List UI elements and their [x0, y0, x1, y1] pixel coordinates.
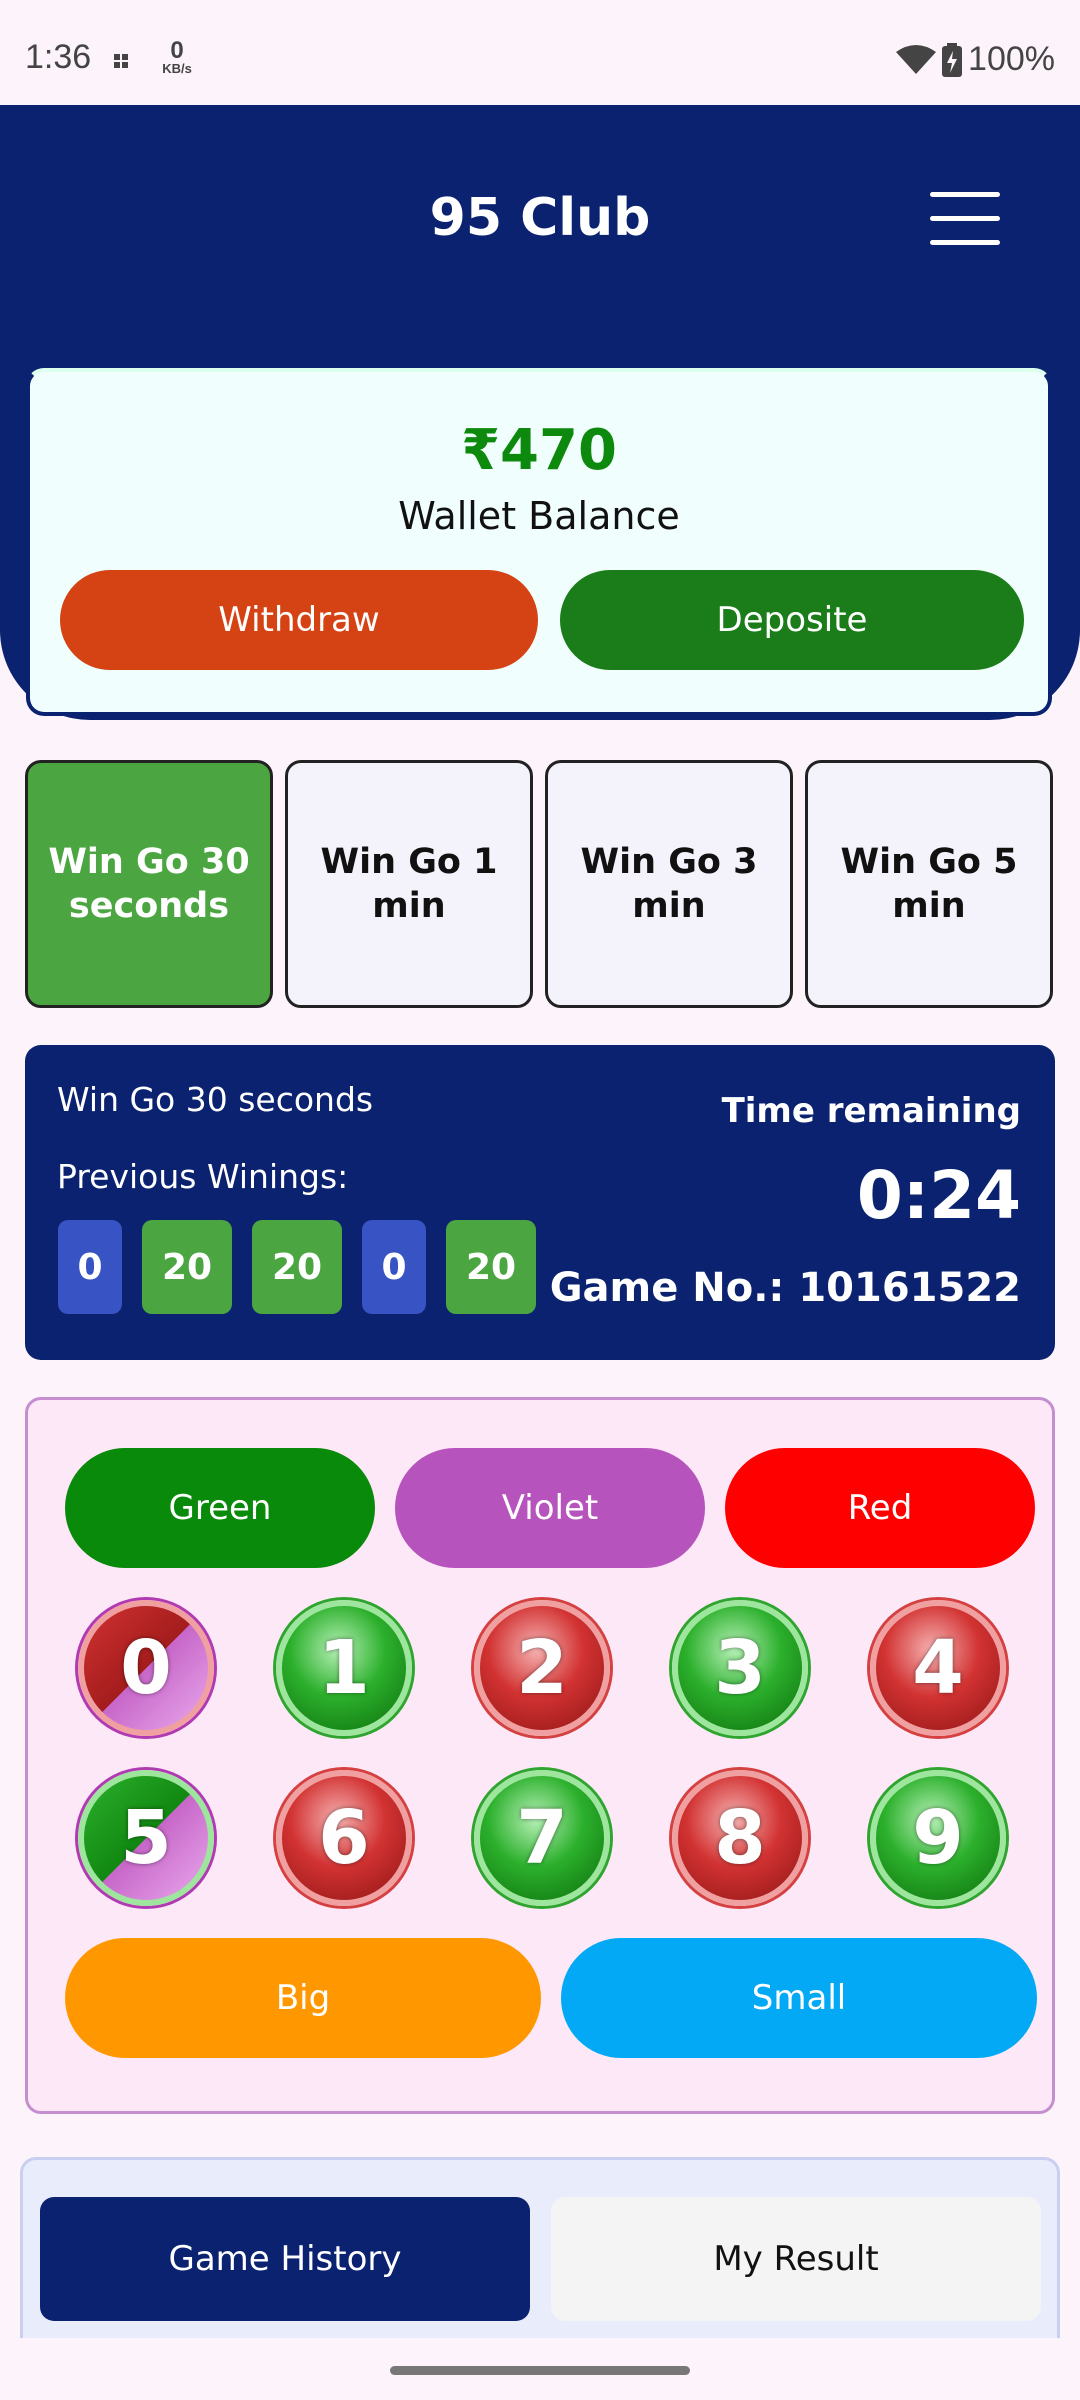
wifi-icon	[896, 44, 937, 74]
previous-winning-chip: 20	[446, 1220, 536, 1314]
gesture-handle[interactable]	[390, 2366, 690, 2375]
wallet-card: ₹470 Wallet Balance Withdraw Deposite	[26, 368, 1052, 716]
deposit-button[interactable]: Deposite	[560, 570, 1024, 670]
number-ball-9[interactable]: 9	[870, 1770, 1006, 1906]
number-ball-2[interactable]: 2	[474, 1600, 610, 1736]
previous-winning-chip: 20	[142, 1220, 232, 1314]
notification-icon	[114, 54, 128, 68]
number-ball-5[interactable]: 5	[78, 1770, 214, 1906]
battery-icon	[942, 42, 963, 77]
number-ball-7[interactable]: 7	[474, 1770, 610, 1906]
number-ball-6[interactable]: 6	[276, 1770, 412, 1906]
bet-red-button[interactable]: Red	[725, 1448, 1035, 1568]
tab-game-history[interactable]: Game History	[40, 2197, 530, 2321]
tab-win-go-30-seconds[interactable]: Win Go 30 seconds	[25, 760, 273, 1008]
time-remaining-label: Time remaining	[721, 1091, 1021, 1131]
bet-green-button[interactable]: Green	[65, 1448, 375, 1568]
previous-winnings-label: Previous Winings:	[57, 1157, 349, 1196]
number-ball-3[interactable]: 3	[672, 1600, 808, 1736]
wallet-amount: ₹470	[461, 418, 617, 483]
tab-win-go-1-min[interactable]: Win Go 1 min	[285, 760, 533, 1008]
countdown-timer: 0:24	[856, 1157, 1021, 1234]
bet-small-button[interactable]: Small	[561, 1938, 1037, 2058]
app-title: 95 Club	[429, 188, 651, 248]
betting-panel: Green Violet Red 0 1 2 3 4 5 6 7 8 9 Big…	[25, 1397, 1055, 2114]
game-mode-label: Win Go 30 seconds	[57, 1080, 374, 1119]
previous-winnings-list: 0 20 20 0 20	[58, 1220, 536, 1314]
previous-winning-chip: 0	[362, 1220, 426, 1314]
hamburger-menu-icon[interactable]	[930, 192, 1000, 248]
bet-violet-button[interactable]: Violet	[395, 1448, 705, 1568]
battery-percent: 100%	[968, 40, 1055, 78]
tab-win-go-5-min[interactable]: Win Go 5 min	[805, 760, 1053, 1008]
tab-my-result[interactable]: My Result	[551, 2197, 1041, 2321]
network-speed: 0 KB/s	[162, 37, 192, 76]
game-info-panel: Win Go 30 seconds Previous Winings: 0 20…	[25, 1045, 1055, 1360]
number-ball-8[interactable]: 8	[672, 1770, 808, 1906]
game-number: Game No.: 10161522	[549, 1265, 1021, 1311]
number-ball-1[interactable]: 1	[276, 1600, 412, 1736]
bet-big-button[interactable]: Big	[65, 1938, 541, 2058]
previous-winning-chip: 20	[252, 1220, 342, 1314]
wallet-label: Wallet Balance	[398, 494, 680, 538]
tab-win-go-3-min[interactable]: Win Go 3 min	[545, 760, 793, 1008]
withdraw-button[interactable]: Withdraw	[60, 570, 538, 670]
status-right: 100%	[896, 40, 1055, 79]
status-time: 1:36	[25, 38, 92, 76]
number-ball-4[interactable]: 4	[870, 1600, 1006, 1736]
number-ball-0[interactable]: 0	[78, 1600, 214, 1736]
status-bar: 1:36 0 KB/s 100%	[0, 0, 1080, 105]
previous-winning-chip: 0	[58, 1220, 122, 1314]
